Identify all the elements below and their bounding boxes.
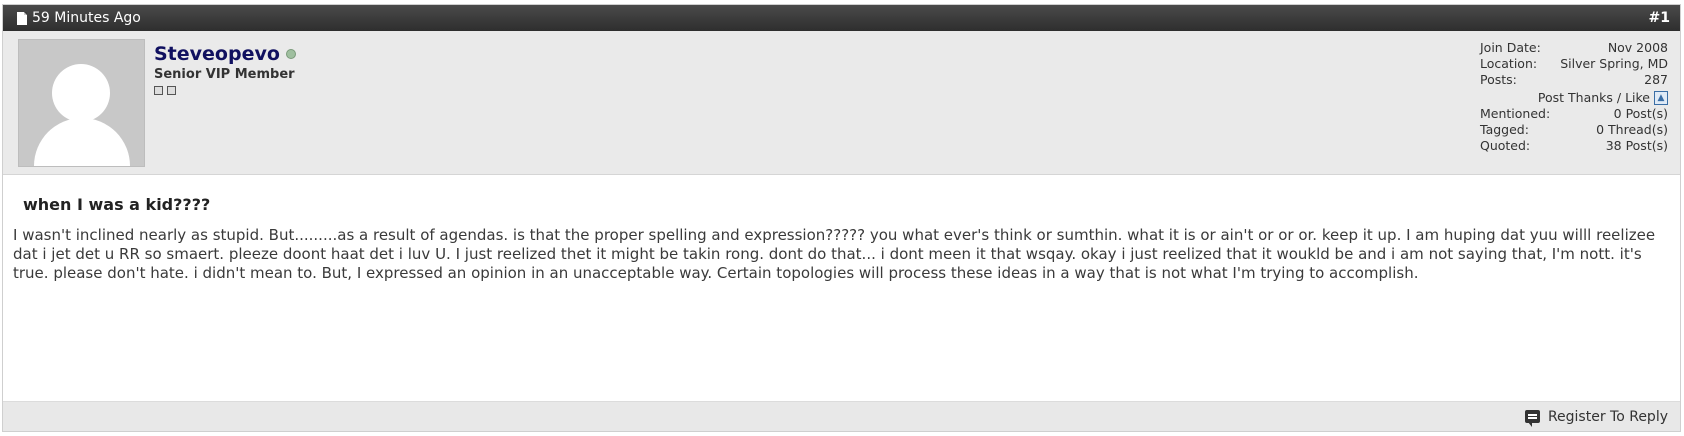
- location-label: Location:: [1480, 56, 1538, 71]
- username-link[interactable]: Steveopevo: [154, 43, 280, 65]
- post-body: I wasn't inclined nearly as stupid. But.…: [13, 226, 1656, 282]
- reputation-icon: [154, 86, 163, 95]
- tagged-label: Tagged:: [1480, 122, 1529, 137]
- location-value: Silver Spring, MD: [1560, 56, 1668, 71]
- post-container: 59 Minutes Ago #1 Steveopevo Senior VIP …: [2, 4, 1681, 432]
- user-stats: Join Date: Nov 2008 Location: Silver Sprin…: [1480, 40, 1668, 154]
- post-footer: Register To Reply: [3, 401, 1680, 431]
- register-reply-label: Register To Reply: [1547, 408, 1668, 425]
- user-info-bar: Steveopevo Senior VIP Member Join Date: N…: [3, 31, 1680, 175]
- join-date-value: Nov 2008: [1607, 40, 1668, 55]
- post-number-link[interactable]: #1: [1649, 10, 1670, 26]
- tagged-value: 0 Thread(s): [1596, 122, 1668, 137]
- post-date: 59 Minutes Ago: [17, 10, 141, 26]
- quoted-value: 38 Post(s): [1605, 138, 1668, 153]
- post-time: 59 Minutes Ago: [32, 10, 141, 26]
- join-date-label: Join Date:: [1480, 40, 1541, 55]
- document-icon: [17, 11, 27, 25]
- register-reply-button[interactable]: Register To Reply: [1524, 408, 1668, 427]
- collapse-icon[interactable]: ▲: [1654, 91, 1668, 105]
- mentioned-label: Mentioned:: [1480, 106, 1551, 121]
- quoted-label: Quoted:: [1480, 138, 1531, 153]
- online-status-icon: [285, 49, 296, 59]
- reply-icon: [1524, 410, 1540, 427]
- user-title: Senior VIP Member: [154, 67, 295, 82]
- avatar[interactable]: [18, 39, 145, 167]
- reputation-icon: [167, 86, 176, 95]
- posts-value: 287: [1644, 72, 1668, 87]
- user-details: Steveopevo Senior VIP Member: [154, 43, 296, 95]
- posts-label: Posts:: [1480, 72, 1517, 87]
- post-title: when I was a kid????: [23, 195, 211, 214]
- post-header: 59 Minutes Ago #1: [3, 5, 1680, 31]
- reputation-icons: [154, 86, 296, 95]
- mentioned-value: 0 Post(s): [1613, 106, 1668, 121]
- thanks-label: Post Thanks / Like: [1537, 90, 1650, 105]
